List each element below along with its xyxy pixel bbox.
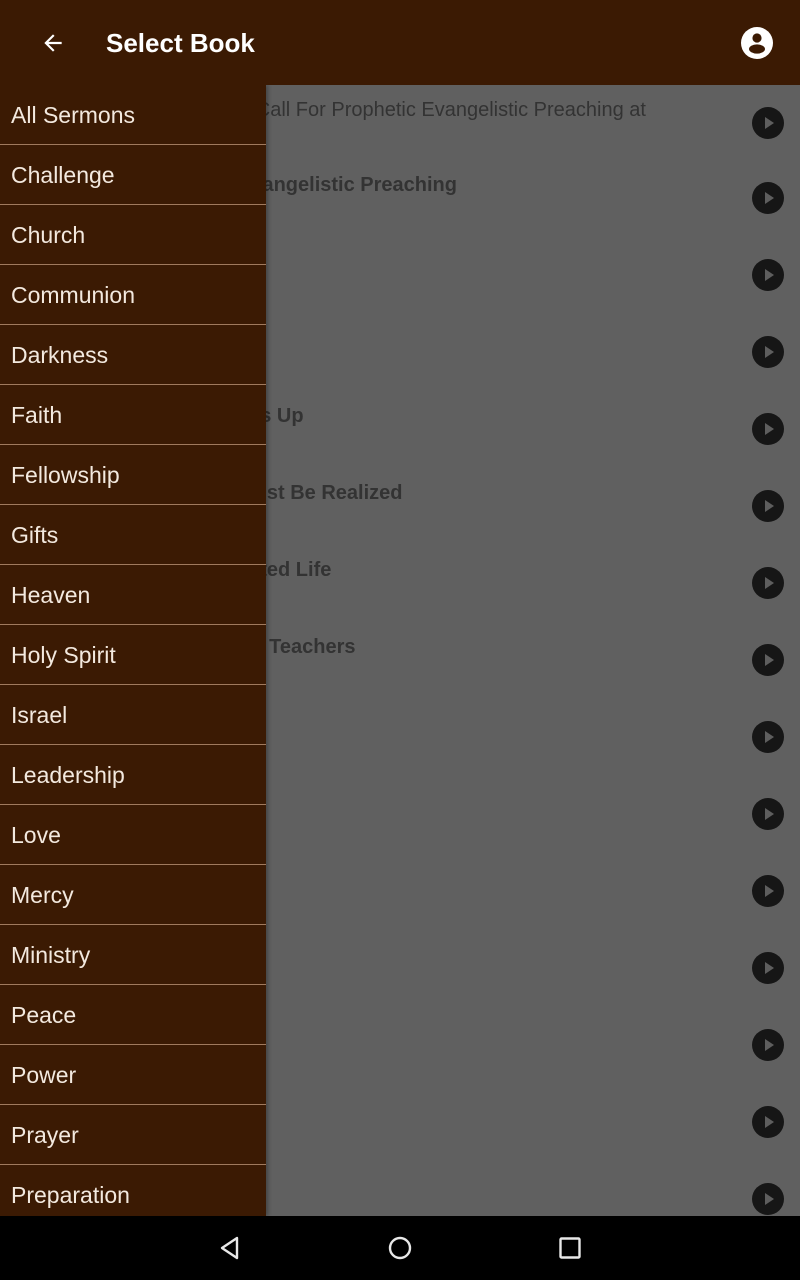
play-button[interactable] bbox=[752, 490, 784, 522]
play-button[interactable] bbox=[752, 1029, 784, 1061]
play-button[interactable] bbox=[752, 875, 784, 907]
sermon-title: asted Life bbox=[238, 559, 332, 581]
play-circle-icon bbox=[765, 962, 774, 974]
drawer-item[interactable]: Heaven bbox=[0, 565, 266, 625]
sermon-title: Be Teachers bbox=[238, 636, 356, 658]
play-circle-icon bbox=[765, 1193, 774, 1205]
play-button[interactable] bbox=[752, 721, 784, 753]
play-button[interactable] bbox=[752, 1183, 784, 1215]
account-circle-icon bbox=[741, 27, 773, 59]
nav-back-button[interactable] bbox=[210, 1228, 250, 1268]
sermon-title: ue bbox=[238, 790, 708, 813]
play-button[interactable] bbox=[752, 336, 784, 368]
play-circle-icon bbox=[765, 117, 774, 129]
drawer-item[interactable]: Power bbox=[0, 1045, 266, 1105]
sermon-title: Evangelistic Preaching bbox=[238, 174, 457, 196]
play-button[interactable] bbox=[752, 952, 784, 984]
account-button[interactable] bbox=[738, 24, 776, 62]
drawer-item[interactable]: Preparation bbox=[0, 1165, 266, 1216]
drawer-item[interactable]: Challenge bbox=[0, 145, 266, 205]
play-circle-icon bbox=[765, 577, 774, 589]
play-button[interactable] bbox=[752, 413, 784, 445]
app-bar: Select Book bbox=[0, 0, 800, 85]
drawer-item[interactable]: Church bbox=[0, 205, 266, 265]
drawer-item[interactable]: Holy Spirit bbox=[0, 625, 266, 685]
system-nav-bar bbox=[0, 1216, 800, 1280]
play-circle-icon bbox=[765, 1116, 774, 1128]
play-circle-icon bbox=[765, 808, 774, 820]
drawer-item[interactable]: Mercy bbox=[0, 865, 266, 925]
play-button[interactable] bbox=[752, 107, 784, 139]
home-circle-icon bbox=[388, 1236, 412, 1260]
play-circle-icon bbox=[765, 346, 774, 358]
play-circle-icon bbox=[765, 500, 774, 512]
drawer-item[interactable]: Israel bbox=[0, 685, 266, 745]
sermon-title: ict bbox=[238, 251, 708, 274]
play-circle-icon bbox=[765, 654, 774, 666]
drawer-item[interactable]: Communion bbox=[0, 265, 266, 325]
play-button[interactable] bbox=[752, 1106, 784, 1138]
page-title: Select Book bbox=[106, 28, 255, 58]
arrow-left-icon bbox=[44, 34, 62, 52]
drawer-item[interactable]: Fellowship bbox=[0, 445, 266, 505]
play-circle-icon bbox=[765, 731, 774, 743]
play-button[interactable] bbox=[752, 567, 784, 599]
play-button[interactable] bbox=[752, 259, 784, 291]
drawer-item[interactable]: Love bbox=[0, 805, 266, 865]
back-triangle-icon bbox=[220, 1236, 239, 1260]
drawer-item[interactable]: Peace bbox=[0, 985, 266, 1045]
play-button[interactable] bbox=[752, 182, 784, 214]
recents-square-icon bbox=[559, 1237, 581, 1259]
play-button[interactable] bbox=[752, 644, 784, 676]
drawer-item[interactable]: Ministry bbox=[0, 925, 266, 985]
drawer-item[interactable]: Faith bbox=[0, 385, 266, 445]
sermon-title: A Call For Prophetic Evangelistic Preach… bbox=[238, 99, 646, 121]
navigation-drawer: All Sermons Challenge Church Communion Darkn… bbox=[0, 85, 266, 1216]
nav-recents-button[interactable] bbox=[550, 1228, 590, 1268]
drawer-item[interactable]: Gifts bbox=[0, 505, 266, 565]
play-circle-icon bbox=[765, 192, 774, 204]
play-circle-icon bbox=[765, 885, 774, 897]
sermon-title: Must Be Realized bbox=[238, 482, 403, 504]
play-circle-icon bbox=[765, 423, 774, 435]
play-circle-icon bbox=[765, 269, 774, 281]
drawer-item[interactable]: Darkness bbox=[0, 325, 266, 385]
play-circle-icon bbox=[765, 1039, 774, 1051]
drawer-item[interactable]: Prayer bbox=[0, 1105, 266, 1165]
play-button[interactable] bbox=[752, 798, 784, 830]
back-button[interactable] bbox=[36, 26, 70, 60]
nav-home-button[interactable] bbox=[380, 1228, 420, 1268]
sermon-title: ves Up bbox=[238, 405, 304, 427]
drawer-item[interactable]: Leadership bbox=[0, 745, 266, 805]
drawer-item[interactable]: All Sermons bbox=[0, 85, 266, 145]
